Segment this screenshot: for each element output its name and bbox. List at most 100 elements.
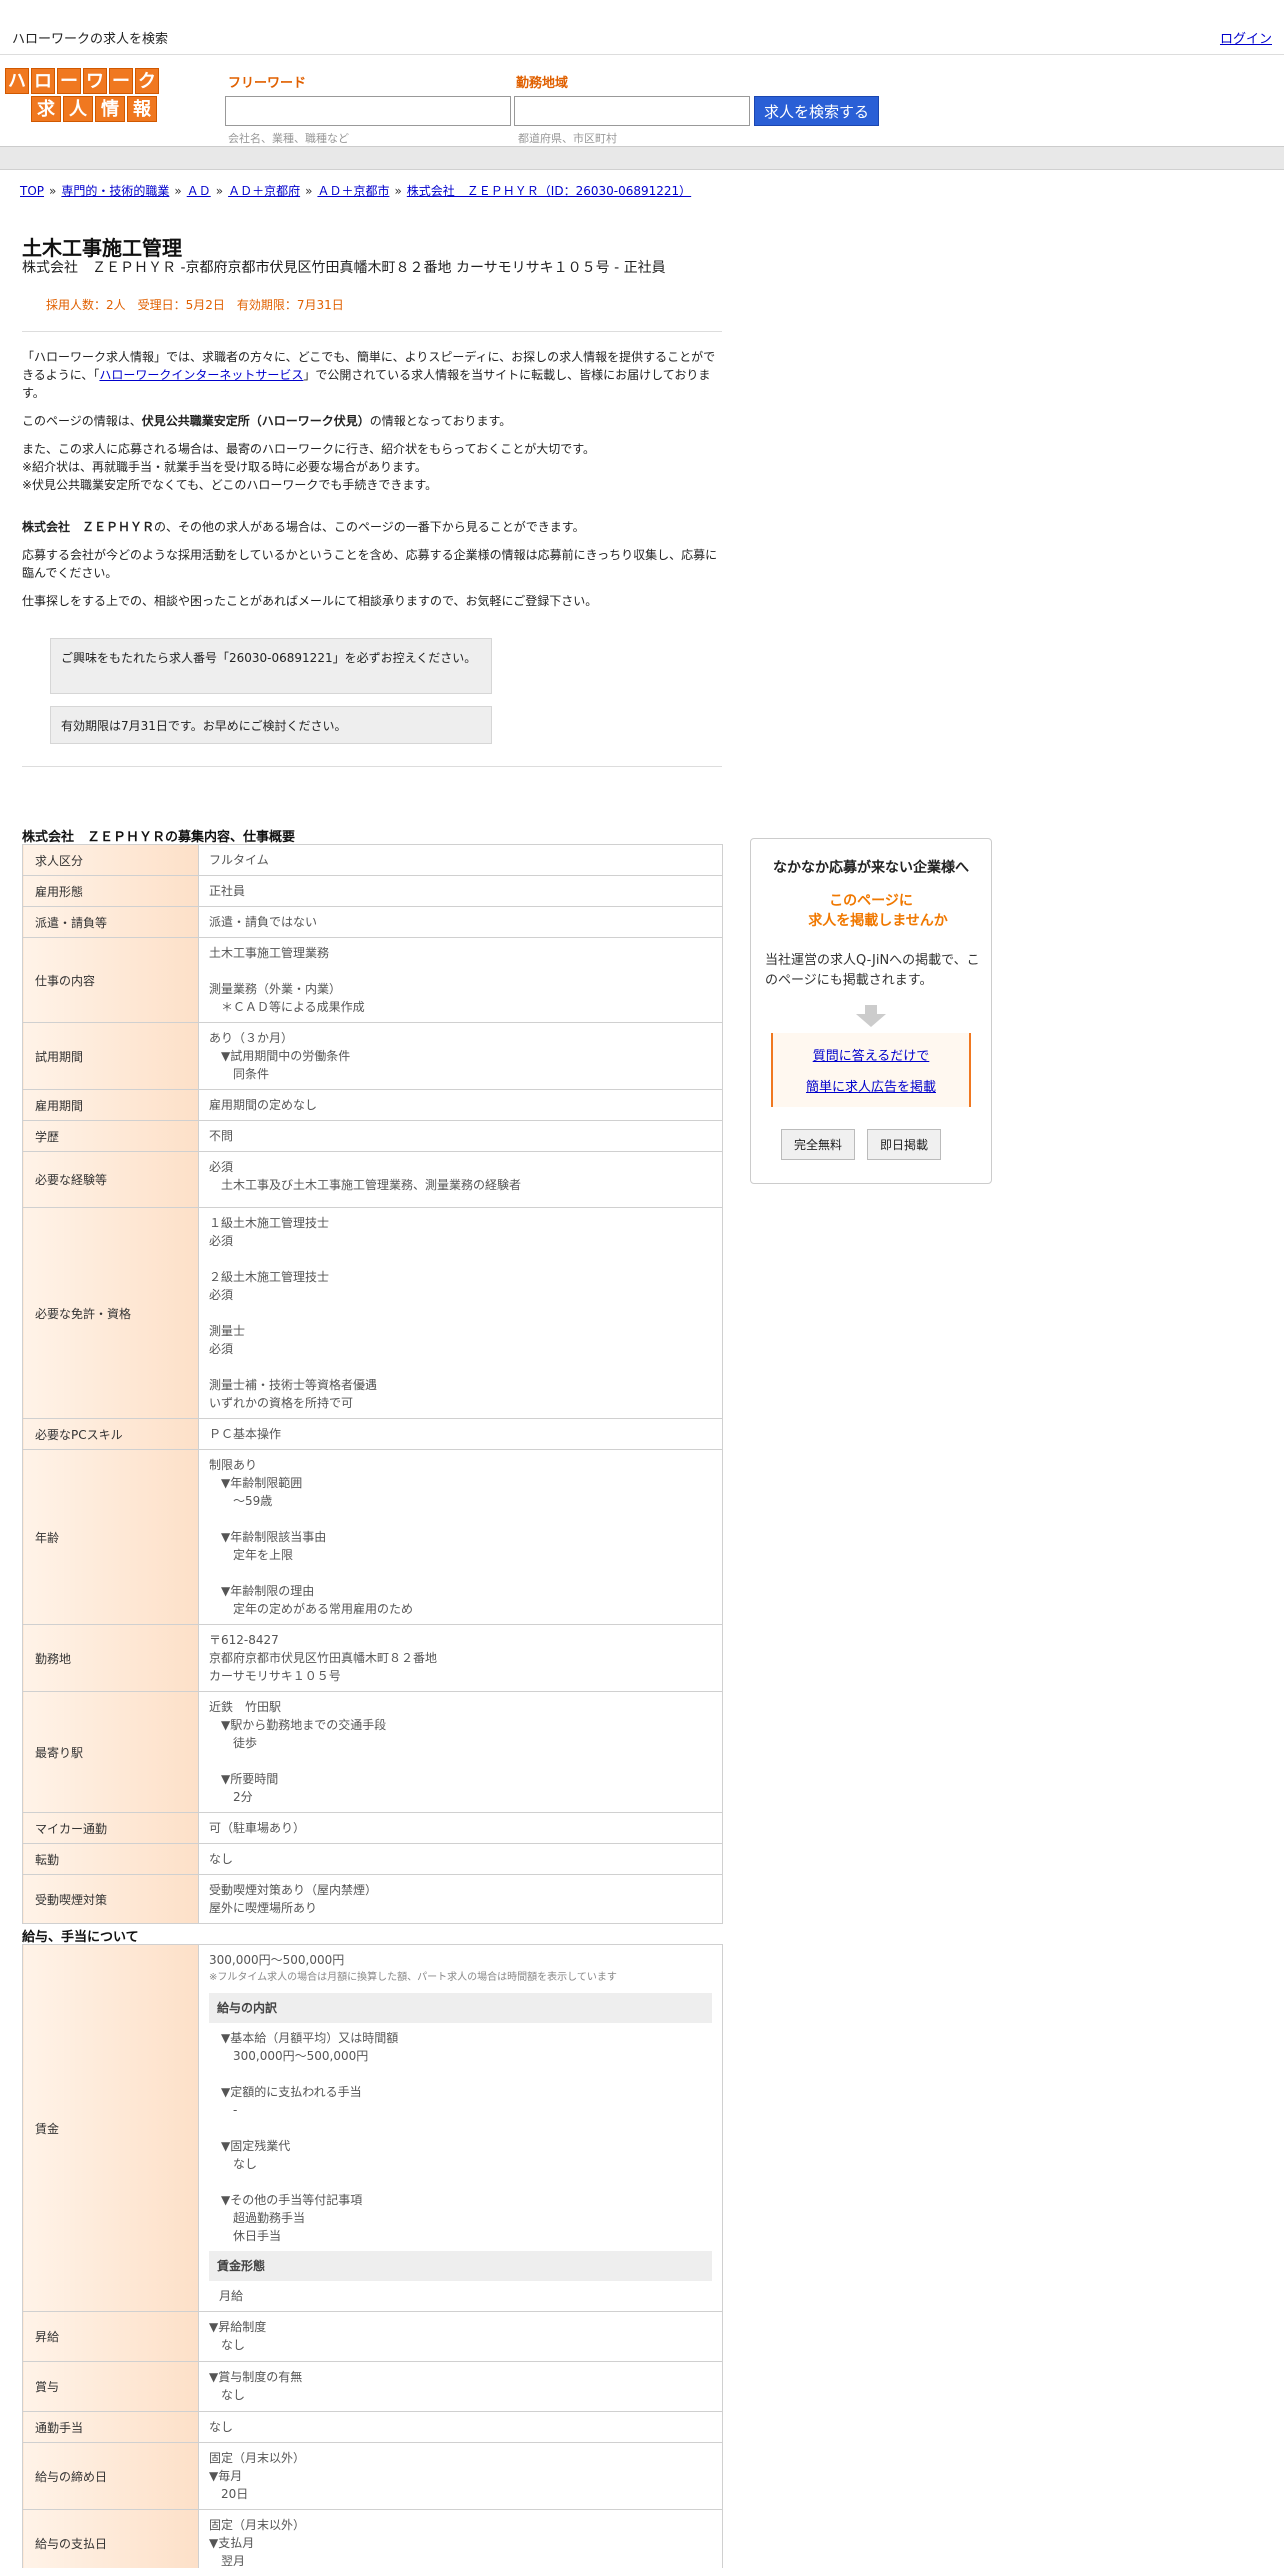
row-value: 固定（月末以外） ▼支払月 翌月	[198, 2509, 723, 2568]
row-value: 近鉄 竹田駅 ▼駅から勤務地までの交通手段 徒歩 ▼所要時間 2分	[198, 1691, 723, 1813]
row-label: 派遣・請負等	[22, 906, 199, 938]
table-row: 転勤 なし	[22, 1843, 723, 1875]
header-divider	[0, 146, 1284, 170]
table-row: 試用期間 あり（３か月） ▼試用期間中の労働条件 同条件	[22, 1022, 723, 1090]
row-label: 年齢	[22, 1449, 199, 1625]
table-row: 受動喫煙対策 受動喫煙対策あり（屋内禁煙） 屋外に喫煙場所あり	[22, 1874, 723, 1924]
row-value: 必須 土木工事及び土木工事施工管理業務、測量業務の経験者	[198, 1151, 723, 1208]
table-row: 必要な経験等 必須 土木工事及び土木工事施工管理業務、測量業務の経験者	[22, 1151, 723, 1208]
row-value: 土木工事施工管理業務 測量業務（外業・内業） ＊ＣＡＤ等による成果作成	[198, 937, 723, 1023]
breadcrumb-ad-kyoto-city[interactable]: ＡＤ＋京都市	[317, 184, 389, 198]
divider	[22, 766, 722, 767]
breadcrumb-top[interactable]: TOP	[20, 184, 44, 198]
salary-table: 賃金 300,000円〜500,000円 ※フルタイム求人の場合は月額に換算した…	[22, 1944, 723, 2568]
row-label: マイカー通勤	[22, 1812, 199, 1844]
row-value: 不問	[198, 1120, 723, 1152]
row-label: 試用期間	[22, 1022, 199, 1090]
row-label: 仕事の内容	[22, 937, 199, 1023]
freeword-hint: 会社名、業種、職種など	[228, 132, 349, 145]
row-value: 受動喫煙対策あり（屋内禁煙） 屋外に喫煙場所あり	[198, 1874, 723, 1924]
free-badge[interactable]: 完全無料	[781, 1129, 856, 1160]
row-label: 雇用期間	[22, 1089, 199, 1121]
table-row: 仕事の内容 土木工事施工管理業務 測量業務（外業・内業） ＊ＣＡＤ等による成果作成	[22, 937, 723, 1023]
recruit-ad-panel: なかなか応募が来ない企業様へ このページに 求人を掲載しませんか 当社運営の求人…	[750, 838, 992, 1184]
login-link[interactable]: ログイン	[1220, 28, 1272, 47]
table-row: 最寄り駅 近鉄 竹田駅 ▼駅から勤務地までの交通手段 徒歩 ▼所要時間 2分	[22, 1691, 723, 1813]
row-value: なし	[198, 2411, 723, 2443]
intro-paragraph-4: 株式会社 ＺＥＰＨＹＲの、その他の求人がある場合は、このページの一番下から見るこ…	[22, 520, 585, 534]
breadcrumb-category[interactable]: 専門的・技術的職業	[61, 184, 169, 198]
logo-row-2: 求 人 情 報	[5, 96, 181, 122]
divider	[22, 331, 722, 332]
hellowork-internet-service-link[interactable]: ハローワークインターネットサービス	[99, 368, 303, 382]
table-row: 必要なPCスキル ＰＣ基本操作	[22, 1418, 723, 1450]
area-input[interactable]	[514, 96, 750, 126]
same-day-badge[interactable]: 即日掲載	[867, 1129, 942, 1160]
search-header: ハ ロ ー ワ ー ク 求 人 情 報 フリーワード 勤務地域 会社名、業種、職…	[0, 56, 1284, 146]
row-label: 雇用形態	[22, 875, 199, 907]
row-label: 昇給	[22, 2311, 199, 2362]
table-row: 学歴 不問	[22, 1120, 723, 1152]
row-label: 必要なPCスキル	[22, 1418, 199, 1450]
row-value: 正社員	[198, 875, 723, 907]
table-row: 賃金 300,000円〜500,000円 ※フルタイム求人の場合は月額に換算した…	[22, 1944, 723, 2312]
table-row: 通勤手当 なし	[22, 2411, 723, 2443]
area-label: 勤務地域	[516, 76, 569, 91]
intro-paragraph-1: 「ハローワーク求人情報」では、求職者の方々に、どこでも、簡単に、よりスピーディに…	[22, 350, 716, 400]
top-bar: ハローワークの求人を検索 ログイン	[0, 0, 1284, 55]
arrow-down-icon	[856, 1005, 886, 1027]
row-value: 固定（月末以外） ▼毎月 20日	[198, 2442, 723, 2510]
intro-paragraph-3: また、この求人に応募される場合は、最寄のハローワークに行き、紹介状をもらっておく…	[22, 442, 596, 492]
hellowork-logo[interactable]: ハ ロ ー ワ ー ク 求 人 情 報	[5, 68, 181, 124]
row-label: 賃金	[22, 1944, 199, 2312]
row-value: １級土木施工管理技士 必須 ２級土木施工管理技士 必須 測量士 必須 測量士補・…	[198, 1207, 723, 1419]
table-row: 賞与 ▼賞与制度の有無 なし	[22, 2361, 723, 2412]
table-row: 勤務地 〒612-8427 京都府京都市伏見区竹田真幡木町８２番地 カーサモリサキ…	[22, 1624, 723, 1692]
ad-link-questions[interactable]: 質問に答えるだけで	[773, 1045, 969, 1064]
row-label: 給与の締め日	[22, 2442, 199, 2510]
freeword-input[interactable]	[225, 96, 511, 126]
table-row: マイカー通勤 可（駐車場あり）	[22, 1812, 723, 1844]
breadcrumb: TOP» 専門的・技術的職業» ＡＤ» ＡＤ＋京都府» ＡＤ＋京都市» 株式会社 ＺＥＰＨ…	[20, 184, 692, 198]
row-value: フルタイム	[198, 844, 723, 876]
row-value: 可（駐車場あり）	[198, 1812, 723, 1844]
row-label: 勤務地	[22, 1624, 199, 1692]
ad-heading: なかなか応募が来ない企業様へ	[773, 860, 969, 876]
row-value: ▼昇給制度 なし	[198, 2311, 723, 2362]
table-row: 派遣・請負等 派遣・請負ではない	[22, 906, 723, 938]
row-value: なし	[198, 1843, 723, 1875]
row-value: 雇用期間の定めなし	[198, 1089, 723, 1121]
row-label: 求人区分	[22, 844, 199, 876]
row-value: ＰＣ基本操作	[198, 1418, 723, 1450]
breadcrumb-ad[interactable]: ＡＤ	[187, 184, 211, 198]
expiry-note: 有効期限は7月31日です。お早めにご検討ください。	[50, 706, 492, 744]
search-button[interactable]: 求人を検索する	[754, 96, 879, 126]
table-row: 給与の支払日 固定（月末以外） ▼支払月 翌月	[22, 2509, 723, 2568]
ad-link-post[interactable]: 簡単に求人広告を掲載	[773, 1076, 969, 1095]
area-hint: 都道府県、市区町村	[518, 132, 617, 145]
job-number-note: ご興味をもたれたら求人番号「26030-06891221」を必ずお控えください。	[50, 638, 492, 694]
section-title-overview: 株式会社 ＺＥＰＨＹＲの募集内容、仕事概要	[22, 830, 296, 845]
breadcrumb-company[interactable]: 株式会社 ＺＥＰＨＹＲ（ID：26030-06891221）	[407, 184, 691, 198]
row-value: 制限あり ▼年齢制限範囲 〜59歳 ▼年齢制限該当事由 定年を上限 ▼年齢制限の…	[198, 1449, 723, 1625]
job-meta: 採用人数：2人 受理日：5月2日 有効期限：7月31日	[46, 298, 344, 312]
row-value: あり（３か月） ▼試用期間中の労働条件 同条件	[198, 1022, 723, 1090]
job-overview-table: 求人区分 フルタイム 雇用形態 正社員 派遣・請負等 派遣・請負ではない 仕事の内容 土木工事…	[22, 844, 723, 1924]
row-label: 必要な経験等	[22, 1151, 199, 1208]
row-value: 300,000円〜500,000円 ※フルタイム求人の場合は月額に換算した額、パ…	[198, 1944, 723, 2312]
row-value: 〒612-8427 京都府京都市伏見区竹田真幡木町８２番地 カーサモリサキ１０５…	[198, 1624, 723, 1692]
row-label: 賞与	[22, 2361, 199, 2412]
ad-description: 当社運営の求人Q-JiNへの掲載で、このページにも掲載されます。	[765, 953, 980, 988]
table-row: 雇用形態 正社員	[22, 875, 723, 907]
table-row: 求人区分 フルタイム	[22, 844, 723, 876]
intro-paragraph-2: このページの情報は、伏見公共職業安定所（ハローワーク伏見）の情報となっております…	[22, 414, 512, 428]
section-title-salary: 給与、手当について	[22, 1930, 139, 1945]
row-value: 派遣・請負ではない	[198, 906, 723, 938]
intro-paragraph-5: 応募する会社が今どのような採用活動をしているかということを含め、応募する企業様の…	[22, 548, 718, 580]
row-label: 転勤	[22, 1843, 199, 1875]
row-label: 通勤手当	[22, 2411, 199, 2443]
row-label: 最寄り駅	[22, 1691, 199, 1813]
ad-offer: このページに 求人を掲載しませんか	[794, 893, 948, 929]
breadcrumb-ad-kyoto-pref[interactable]: ＡＤ＋京都府	[228, 184, 300, 198]
freeword-label: フリーワード	[228, 76, 307, 91]
